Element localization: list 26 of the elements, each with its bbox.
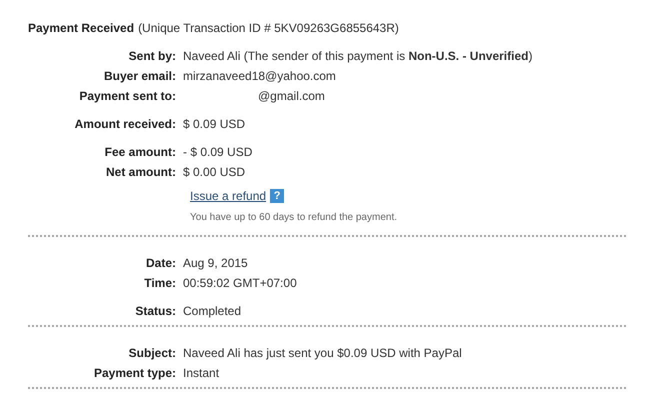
- payment-heading: Payment Received: [28, 20, 134, 36]
- refund-link[interactable]: Issue a refund: [190, 188, 266, 204]
- field-label: Amount received:: [74, 116, 177, 132]
- field-label: Buyer email:: [102, 68, 177, 84]
- refund-note: You have up to 60 days to refund the payment.: [190, 211, 398, 225]
- field-label: Sent by:: [128, 48, 177, 64]
- field-value: Completed: [183, 303, 242, 319]
- field-label: Fee amount:: [104, 144, 177, 160]
- field-label: Subject:: [128, 345, 177, 361]
- field-value: Instant: [183, 365, 220, 381]
- field-label: Net amount:: [105, 164, 177, 180]
- field-value: $ 0.00 USD: [183, 164, 246, 180]
- field-value: mirzanaveed18@yahoo.com: [183, 68, 336, 84]
- field-value: 00:59:02 GMT+07:00: [183, 275, 297, 291]
- field-label: Date:: [144, 255, 177, 271]
- field-value: Naveed Ali (The sender of this payment is Non-U.S. - Unverified): [183, 48, 532, 64]
- field-value: Naveed Ali has just sent you $0.09 USD with PayPal: [183, 345, 462, 361]
- field-value: Aug 9, 2015: [183, 255, 248, 271]
- transaction-id: (Unique Transaction ID # 5KV09263G6855643R): [138, 20, 399, 36]
- field-label: Payment sent to:: [78, 88, 177, 104]
- field-value: - $ 0.09 USD: [183, 144, 252, 160]
- field-value: @gmail.com: [257, 88, 325, 104]
- field-value: $ 0.09 USD: [183, 116, 246, 132]
- field-label: Status:: [134, 303, 177, 319]
- field-label: Time:: [143, 275, 177, 291]
- field-label: Payment type:: [92, 365, 177, 381]
